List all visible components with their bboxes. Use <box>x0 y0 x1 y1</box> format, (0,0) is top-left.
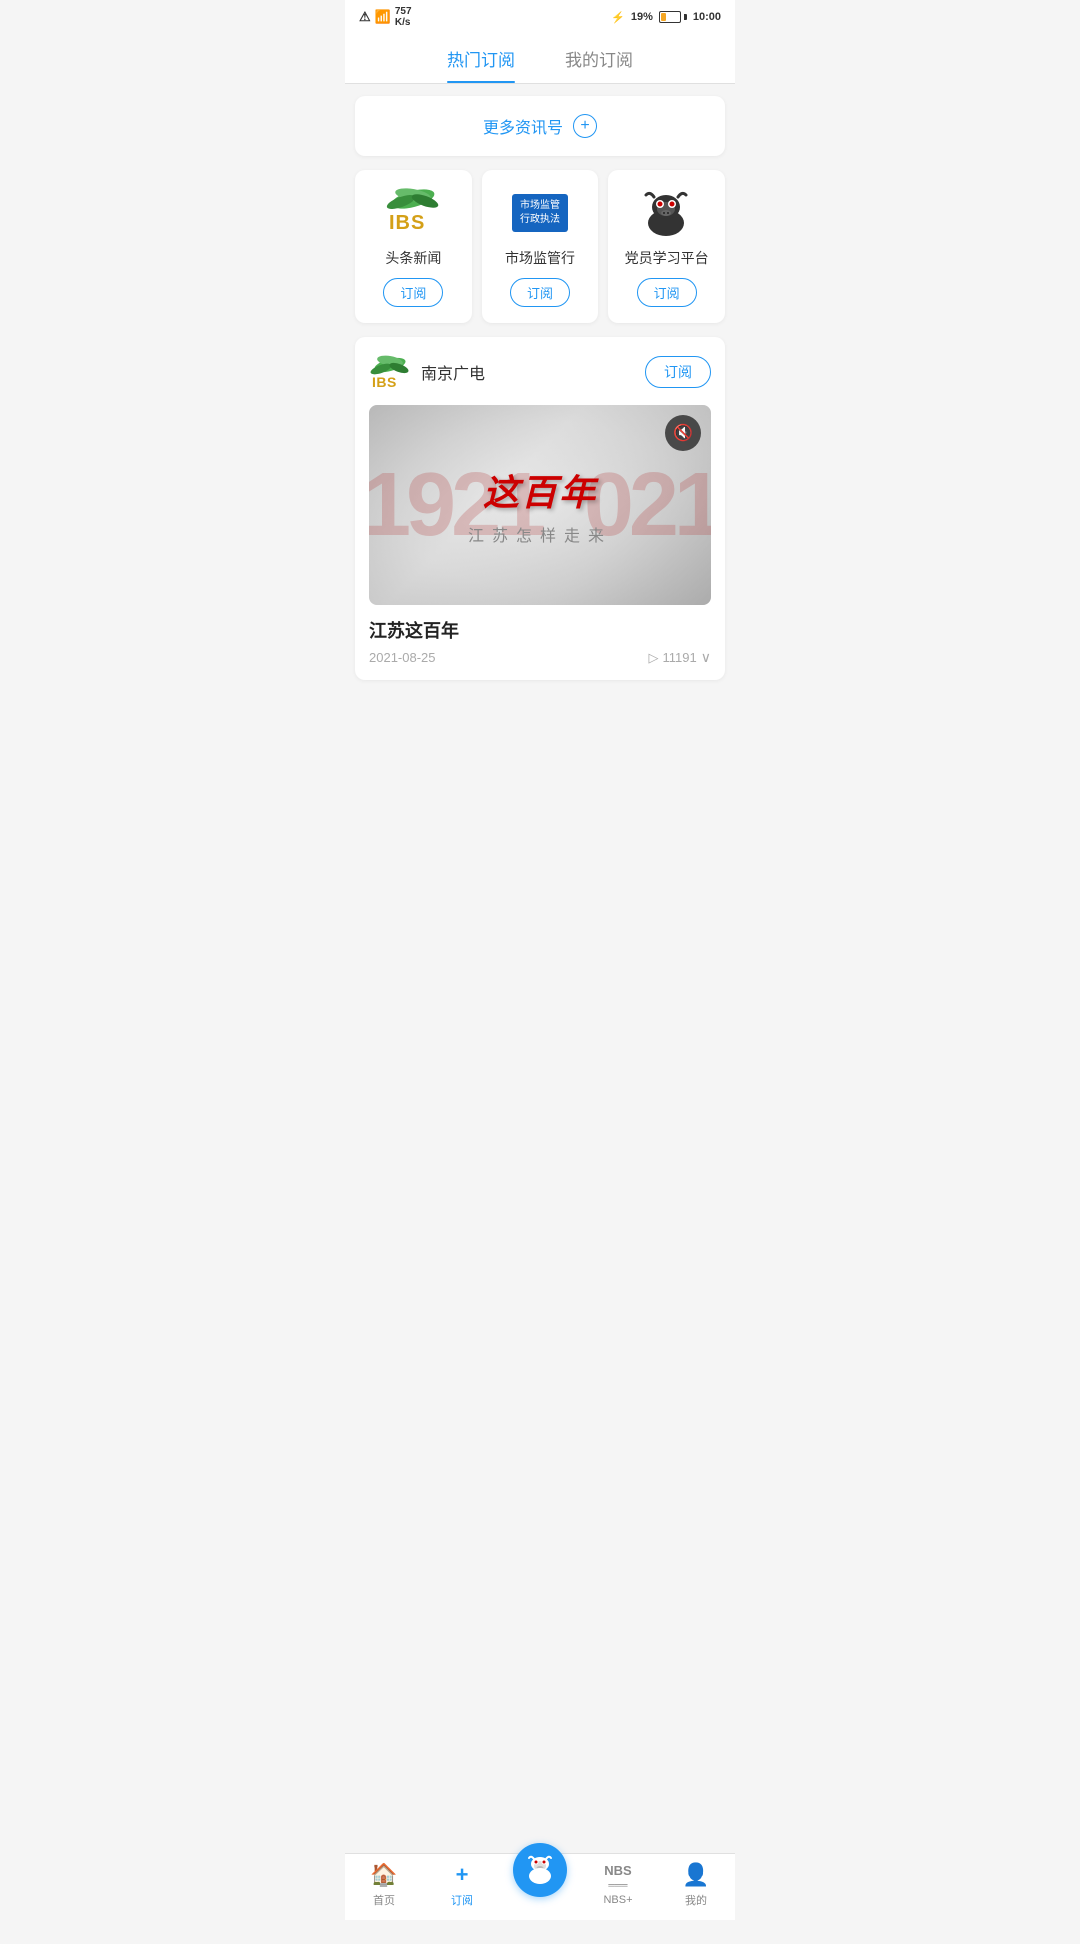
battery-icon <box>659 11 687 23</box>
signal-speed: 757 K/s <box>395 6 412 28</box>
nav-label-nbs: NBS+ <box>603 1894 632 1906</box>
center-cow-icon <box>524 1854 556 1886</box>
nav-item-mine[interactable]: 👤 我的 <box>666 1862 726 1908</box>
publisher-name: 南京广电 <box>421 360 485 384</box>
video-subtitle-cn: 江苏怎样走来 <box>468 522 612 546</box>
user-icon: 👤 <box>682 1862 709 1888</box>
bottom-nav: 🏠 首页 + 订阅 NBS═══ NBS+ <box>345 1853 735 1920</box>
market-logo: 市场监管行政执法 <box>508 188 573 238</box>
expand-icon[interactable]: ∨ <box>701 649 711 666</box>
article-title: 江苏这百年 <box>369 617 711 643</box>
wifi-icon: 📶 <box>375 9 391 25</box>
more-info-card[interactable]: 更多资讯号 + <box>355 96 725 156</box>
video-title-cn: 这百年 <box>468 464 612 516</box>
subscribe-btn-market[interactable]: 订阅 <box>510 278 570 307</box>
subscribe-card-toutiao[interactable]: IBS 头条新闻 订阅 <box>355 170 472 323</box>
card-name-party: 党员学习平台 <box>625 248 709 268</box>
nav-item-nbs[interactable]: NBS═══ NBS+ <box>588 1864 648 1906</box>
nav-item-subscribe[interactable]: + 订阅 <box>432 1862 492 1908</box>
status-right: ⚡ 19% 10:00 <box>611 11 721 24</box>
video-thumbnail[interactable]: 1921 021 这百年 江苏怎样走来 🔇 <box>369 405 711 605</box>
home-icon: 🏠 <box>370 1862 397 1888</box>
main-content: 更多资讯号 + IBS 头条新闻 订阅 <box>345 84 735 1944</box>
mute-button[interactable]: 🔇 <box>665 415 701 451</box>
card-name-toutiao: 头条新闻 <box>385 248 441 268</box>
publisher-subscribe-btn[interactable]: 订阅 <box>645 356 711 388</box>
more-info-plus-btn[interactable]: + <box>573 114 597 138</box>
video-center-text: 这百年 江苏怎样走来 <box>468 464 612 546</box>
nav-label-mine: 我的 <box>685 1892 707 1908</box>
play-icon: ▷ <box>649 650 659 666</box>
tab-header: 热门订阅 我的订阅 <box>345 32 735 84</box>
publisher-logo-img: IBS <box>369 351 411 393</box>
article-views: 11191 <box>663 650 697 665</box>
nbs-icon: NBS═══ <box>604 1864 631 1890</box>
subscribe-btn-party[interactable]: 订阅 <box>637 278 697 307</box>
add-icon: + <box>456 1862 469 1888</box>
svg-text:IBS: IBS <box>389 212 425 234</box>
article-date: 2021-08-25 <box>369 650 436 665</box>
publisher-header: IBS 南京广电 订阅 <box>369 351 711 393</box>
tab-my-subscribe[interactable]: 我的订阅 <box>565 46 633 83</box>
more-info-text: 更多资讯号 <box>483 114 563 138</box>
article-meta: 2021-08-25 ▷ 11191 ∨ <box>369 649 711 666</box>
alert-icon: ⚠ <box>359 9 371 25</box>
article-meta-right: ▷ 11191 ∨ <box>649 649 711 666</box>
svg-text:IBS: IBS <box>372 374 397 390</box>
center-cow-btn[interactable] <box>513 1843 567 1897</box>
subscribe-btn-toutiao[interactable]: 订阅 <box>383 278 443 307</box>
nav-label-subscribe: 订阅 <box>451 1892 473 1908</box>
clock: 10:00 <box>693 11 721 23</box>
market-logo-inner: 市场监管行政执法 <box>512 194 568 232</box>
bluetooth-icon: ⚡ <box>611 11 625 24</box>
tab-hot-subscribe[interactable]: 热门订阅 <box>447 46 515 83</box>
subscribe-card-party[interactable]: 党员学习平台 订阅 <box>608 170 725 323</box>
cow-logo <box>634 188 699 238</box>
ibs-logo: IBS <box>381 188 446 238</box>
card-name-market: 市场监管行 <box>505 248 575 268</box>
subscribe-card-market[interactable]: 市场监管行政执法 市场监管行 订阅 <box>482 170 599 323</box>
status-bar: ⚠ 📶 757 K/s ⚡ 19% 10:00 <box>345 0 735 32</box>
nav-item-center[interactable] <box>510 1863 570 1897</box>
battery-percentage: 19% <box>631 11 653 23</box>
status-left: ⚠ 📶 757 K/s <box>359 6 412 28</box>
nav-label-home: 首页 <box>373 1892 395 1908</box>
publisher-card: IBS 南京广电 订阅 1921 021 这百年 江苏怎样走来 🔇 江苏这百年 … <box>355 337 725 680</box>
subscribe-cards-row: IBS 头条新闻 订阅 市场监管行政执法 市场监管行 订阅 <box>355 170 725 323</box>
nav-item-home[interactable]: 🏠 首页 <box>354 1862 414 1908</box>
publisher-info: IBS 南京广电 <box>369 351 485 393</box>
